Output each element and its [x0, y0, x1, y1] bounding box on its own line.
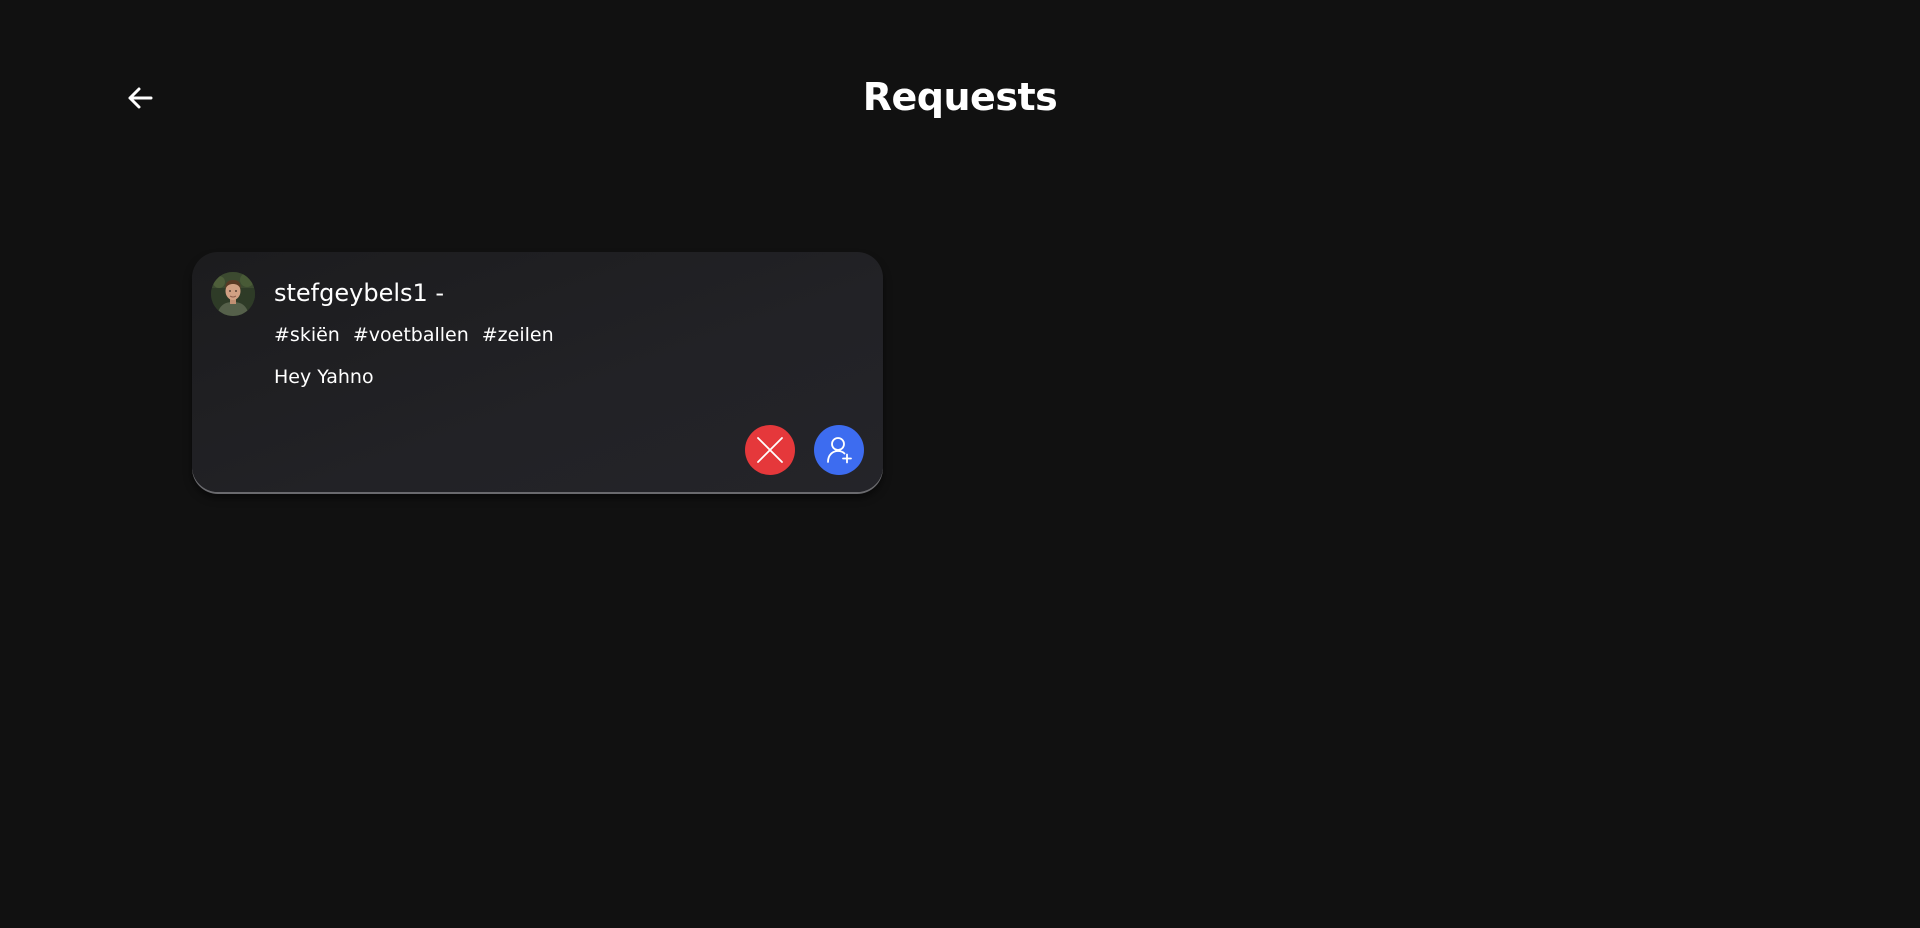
requests-list: stefgeybels1 - #skiën #voetballen #zeile… — [192, 252, 883, 492]
page-title: Requests — [862, 75, 1058, 119]
tag[interactable]: #skiën — [274, 322, 340, 348]
accept-button[interactable] — [814, 425, 864, 475]
tag[interactable]: #voetballen — [353, 322, 469, 348]
avatar[interactable] — [211, 272, 255, 316]
request-message: Hey Yahno — [274, 366, 374, 388]
username[interactable]: stefgeybels1 - — [274, 276, 444, 310]
decline-button[interactable] — [745, 425, 795, 475]
tags-list: #skiën #voetballen #zeilen — [274, 322, 554, 348]
add-user-icon — [824, 435, 854, 465]
request-card: stefgeybels1 - #skiën #voetballen #zeile… — [192, 252, 883, 492]
tag[interactable]: #zeilen — [482, 322, 554, 348]
requests-page: Requests stefgeybels1 - #skiën #voetball… — [0, 0, 1920, 928]
close-icon — [755, 435, 785, 465]
